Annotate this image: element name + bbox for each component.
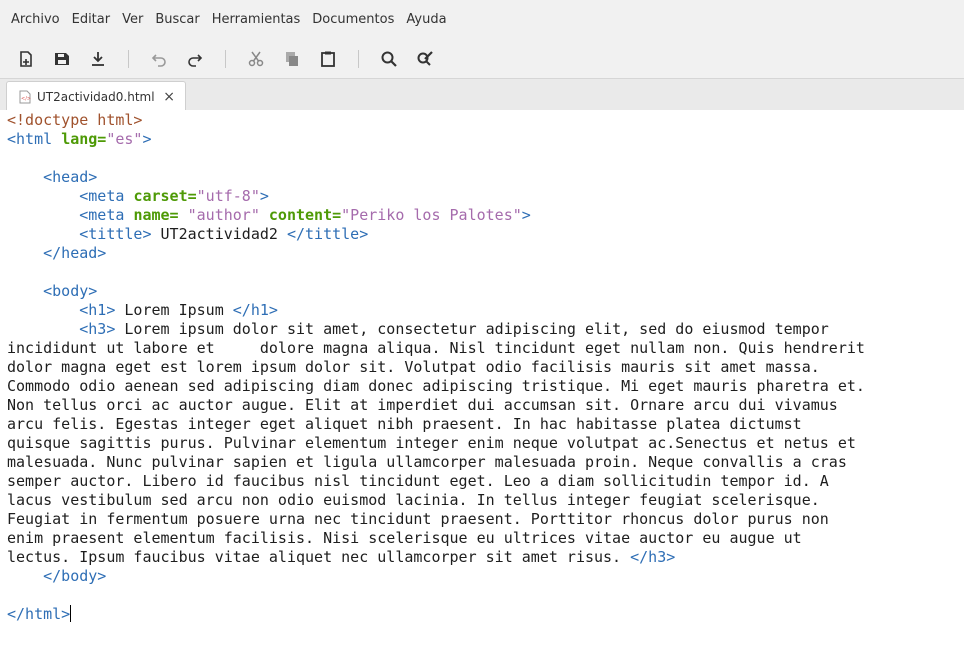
attribute: carset=	[133, 187, 197, 205]
close-icon[interactable]: ×	[163, 89, 175, 105]
code-line: Non tellus orci ac auctor augue. Elit at…	[7, 396, 964, 415]
tag: <html	[7, 130, 62, 148]
attribute-value: "es"	[106, 130, 143, 148]
menu-buscar[interactable]: Buscar	[149, 0, 205, 40]
attribute-value: "author"	[178, 206, 260, 224]
code-line: <h1> Lorem Ipsum </h1>	[7, 301, 964, 320]
code-line: <meta name= "author" content="Periko los…	[7, 206, 964, 225]
tag: >	[521, 206, 531, 224]
text: Lorem ipsum dolor sit amet, consectetur …	[115, 320, 829, 338]
text: UT2actividad2	[151, 225, 287, 243]
code-line: enim praesent elementum facilisis. Nisi …	[7, 529, 964, 548]
attribute-value: "utf-8"	[196, 187, 260, 205]
text-cursor	[70, 605, 72, 622]
code-line: Commodo odio aenean sed adipiscing diam …	[7, 377, 964, 396]
svg-text:</>: </>	[21, 96, 31, 102]
attribute-value: "Periko los Palotes"	[341, 206, 522, 224]
toolbar-separator	[128, 50, 129, 68]
new-document-icon[interactable]	[13, 46, 39, 72]
code-line: semper auctor. Libero id faucibus nisl t…	[7, 472, 964, 491]
cut-icon[interactable]	[243, 46, 269, 72]
tag: <meta	[79, 187, 134, 205]
tag: </body>	[43, 567, 107, 585]
tag: <tittle>	[79, 225, 152, 243]
code-line: <html lang="es">	[7, 130, 964, 149]
tag: <head>	[43, 168, 98, 186]
doctype: <!doctype html>	[7, 111, 143, 129]
text: Commodo odio aenean sed adipiscing diam …	[7, 377, 865, 395]
code-line: <!doctype html>	[7, 111, 964, 130]
text: lacus vestibulum sed arcu non odio euism…	[7, 491, 820, 509]
code-line: </body>	[7, 567, 964, 586]
menu-herramientas[interactable]: Herramientas	[206, 0, 307, 40]
menu-editar[interactable]: Editar	[66, 0, 117, 40]
tab-document[interactable]: </> UT2actividad0.html ×	[6, 81, 186, 112]
text: semper auctor. Libero id faucibus nisl t…	[7, 472, 829, 490]
text: Feugiat in fermentum posuere urna nec ti…	[7, 510, 829, 528]
code-text: <!doctype html> <html lang="es"> <head> <…	[0, 110, 964, 624]
code-line: <body>	[7, 282, 964, 301]
toolbar-separator	[358, 50, 359, 68]
attribute: content=	[268, 206, 342, 224]
text: arcu felis. Egestas integer eget aliquet…	[7, 415, 802, 433]
menu-archivo[interactable]: Archivo	[0, 0, 66, 40]
text: Non tellus orci ac auctor augue. Elit at…	[7, 396, 838, 414]
text: Lorem Ipsum	[115, 301, 233, 319]
tag: <h1>	[79, 301, 116, 319]
attribute: name=	[133, 206, 179, 224]
code-line: </head>	[7, 244, 964, 263]
tab-filename: UT2actividad0.html	[37, 90, 155, 104]
toolbar-separator	[225, 50, 226, 68]
tag: <meta	[79, 206, 134, 224]
text: malesuada. Nunc pulvinar sapien et ligul…	[7, 453, 847, 471]
copy-icon[interactable]	[279, 46, 305, 72]
text: dolor magna eget est lorem ipsum dolor s…	[7, 358, 820, 376]
search-icon[interactable]	[376, 46, 402, 72]
code-line: lacus vestibulum sed arcu non odio euism…	[7, 491, 964, 510]
code-line: </html>	[7, 605, 964, 624]
code-line: <meta carset="utf-8">	[7, 187, 964, 206]
text: incididunt ut labore et dolore magna ali…	[7, 339, 865, 357]
replace-icon[interactable]	[412, 46, 438, 72]
attribute: lang=	[61, 130, 107, 148]
paste-icon[interactable]	[315, 46, 341, 72]
code-line: <tittle> UT2actividad2 </tittle>	[7, 225, 964, 244]
text: enim praesent elementum facilisis. Nisi …	[7, 529, 802, 547]
tag: <h3>	[79, 320, 116, 338]
html-file-icon: </>	[19, 90, 31, 104]
toolbar	[0, 40, 964, 78]
tag: </h3>	[630, 548, 676, 566]
tag: </tittle>	[286, 225, 369, 243]
tag: </head>	[43, 244, 107, 262]
tag: >	[142, 130, 152, 148]
code-line: <head>	[7, 168, 964, 187]
tag: </h1>	[232, 301, 278, 319]
code-line: quisque sagittis purus. Pulvinar element…	[7, 434, 964, 453]
code-editor[interactable]: <!doctype html> <html lang="es"> <head> <…	[0, 110, 964, 666]
save-icon[interactable]	[49, 46, 75, 72]
tag: >	[259, 187, 269, 205]
undo-icon[interactable]	[146, 46, 172, 72]
text: quisque sagittis purus. Pulvinar element…	[7, 434, 856, 452]
menu-ver[interactable]: Ver	[116, 0, 149, 40]
redo-icon[interactable]	[182, 46, 208, 72]
tag: </html>	[7, 605, 71, 623]
code-line: incididunt ut labore et dolore magna ali…	[7, 339, 964, 358]
menu-ayuda[interactable]: Ayuda	[400, 0, 452, 40]
text: lectus. Ipsum faucibus vitae aliquet nec…	[7, 548, 631, 566]
code-line: <h3> Lorem ipsum dolor sit amet, consect…	[7, 320, 964, 339]
menu-documentos[interactable]: Documentos	[306, 0, 400, 40]
code-line: lectus. Ipsum faucibus vitae aliquet nec…	[7, 548, 964, 567]
tab-bar: </> UT2actividad0.html ×	[0, 78, 964, 112]
download-icon[interactable]	[85, 46, 111, 72]
code-line: arcu felis. Egestas integer eget aliquet…	[7, 415, 964, 434]
code-line: malesuada. Nunc pulvinar sapien et ligul…	[7, 453, 964, 472]
tag: <body>	[43, 282, 98, 300]
code-line: dolor magna eget est lorem ipsum dolor s…	[7, 358, 964, 377]
menubar: Archivo Editar Ver Buscar Herramientas D…	[0, 0, 964, 40]
code-line: Feugiat in fermentum posuere urna nec ti…	[7, 510, 964, 529]
